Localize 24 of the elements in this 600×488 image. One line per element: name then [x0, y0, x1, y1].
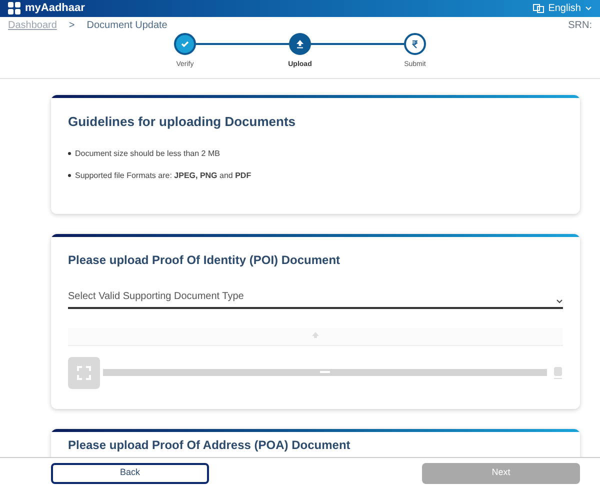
back-button[interactable]: Back [51, 462, 209, 484]
breadcrumb-link[interactable]: Dashboard [8, 18, 57, 33]
zoom-slider[interactable] [103, 369, 547, 376]
language-selector[interactable]: English [533, 1, 592, 16]
bullet-icon [68, 174, 71, 177]
fullscreen-icon [77, 366, 91, 380]
chevron-down-icon [585, 6, 592, 11]
image-icon [553, 366, 563, 380]
upload-icon [312, 332, 319, 340]
logo-icon [8, 2, 21, 15]
translate-icon [533, 4, 544, 13]
chevron-down-icon [556, 298, 563, 304]
card-title: Please upload Proof Of Address (POA) Document [68, 436, 352, 454]
card-title: Guidelines for uploading Documents [68, 113, 297, 131]
srn-label: SRN: [568, 19, 592, 33]
document-type-select[interactable]: Select Valid Supporting Document Type [68, 288, 563, 308]
breadcrumb-text: Document Update [86, 19, 168, 33]
bullet-icon [68, 152, 71, 155]
brand-name: myAadhaar [25, 1, 85, 16]
guideline-text: Document size should be less than 2 MB [75, 148, 220, 160]
guideline-text: Supported file Formats are: JPEG, PNG and PDF [75, 170, 252, 182]
breadcrumb-text: > [68, 19, 75, 33]
card-title: Please upload Proof Of Identity (POI) Document [68, 252, 342, 268]
zoom-button[interactable] [68, 356, 100, 388]
